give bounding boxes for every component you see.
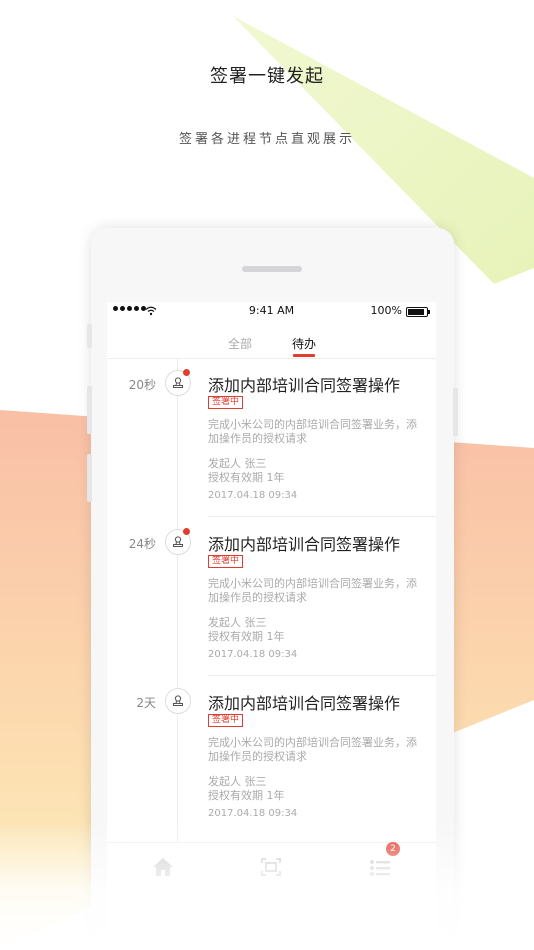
item-age: 24秒 [128,537,156,551]
power-button [453,388,458,436]
stamp-icon [165,688,191,714]
status-badge: 签署中 [208,714,244,727]
tab-bar: 全部 待办 [107,320,436,359]
item-date: 2017.04.18 09:34 [208,649,298,660]
item-divider [208,516,436,517]
bottom-fade [0,820,534,950]
item-description: 完成小米公司的内部培训合同签署业务，添加操作员的授权请求 [208,418,417,445]
headline: 签署一键发起 [210,66,324,87]
battery-icon [406,307,430,317]
task-item[interactable]: 2天 添加内部培训合同签署操作 签署中 完成小米公司的内部培训合同签署业务，添加… [107,677,436,835]
status-bar: 9:41 AM 100% [107,302,436,320]
item-title: 添加内部培训合同签署操作 [208,376,401,395]
task-item[interactable]: 20秒 添加内部培训合同签署操作 签署中 完成小米公司的内部培训合同签署业务，添… [107,359,436,517]
status-badge: 签署中 [208,555,244,568]
item-date: 2017.04.18 09:34 [208,490,298,501]
item-divider [208,675,436,676]
battery-percent: 100% [370,304,402,317]
task-item[interactable]: 24秒 添加内部培训合同签署操作 签署中 完成小米公司的内部培训合同签署业务，添… [107,518,436,676]
item-validity: 授权有效期 1年 [208,789,285,802]
subline: 签署各进程节点直观展示 [178,132,355,147]
item-title: 添加内部培训合同签署操作 [208,694,401,713]
speaker-grille [242,266,302,272]
item-age: 2天 [136,696,156,710]
item-description: 完成小米公司的内部培训合同签署业务，添加操作员的授权请求 [208,577,417,604]
active-tab-indicator [293,354,315,357]
item-title: 添加内部培训合同签署操作 [208,535,401,554]
item-validity: 授权有效期 1年 [208,630,285,643]
mute-switch [87,324,92,348]
tab-all[interactable]: 全部 [228,335,252,352]
tab-todo[interactable]: 待办 [292,335,316,352]
unread-dot [183,369,190,376]
item-description: 完成小米公司的内部培训合同签署业务，添加操作员的授权请求 [208,736,417,763]
item-age: 20秒 [128,378,156,392]
unread-dot [183,528,190,535]
status-badge: 签署中 [208,396,244,409]
item-validity: 授权有效期 1年 [208,471,285,484]
volume-up-button [87,386,92,434]
item-date: 2017.04.18 09:34 [208,808,298,819]
volume-down-button [87,454,92,502]
